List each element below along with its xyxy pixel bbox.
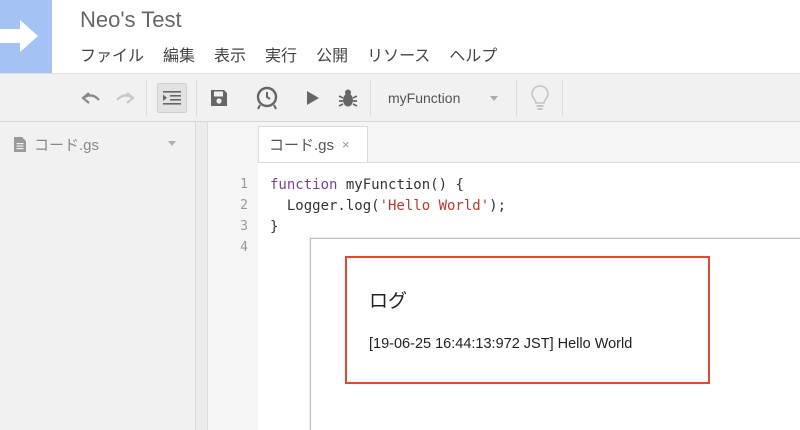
redo-button[interactable] [110, 83, 140, 113]
menu-publish[interactable]: 公開 [316, 42, 348, 66]
undo-icon [81, 92, 100, 104]
line-number: 4 [240, 240, 248, 255]
code-fragment: ); [489, 198, 507, 214]
string-literal: 'Hello World' [379, 198, 490, 214]
function-select[interactable]: myFunction [376, 83, 512, 113]
line-number: 1 [240, 177, 248, 192]
code-fragment: } [270, 219, 279, 235]
run-button[interactable] [298, 83, 328, 113]
triggers-clock-icon [256, 86, 278, 110]
log-title: ログ [369, 291, 408, 312]
indent-icon [163, 91, 181, 105]
indent-button[interactable] [157, 83, 187, 113]
code-line-3: } [270, 217, 506, 238]
sidebar-item-label: コード.gs [34, 137, 100, 154]
log-highlight-box: ログ [19-06-25 16:44:13:972 JST] Hello Wor… [345, 256, 710, 384]
keyword-function: function [270, 177, 338, 193]
sidebar-splitter[interactable] [196, 122, 208, 430]
run-icon [307, 91, 319, 105]
code-line-2: Logger.log('Hello World'); [270, 196, 506, 217]
debug-button[interactable] [333, 83, 363, 113]
tab-code-gs[interactable]: コード.gs × [258, 126, 368, 162]
menu-help[interactable]: ヘルプ [449, 42, 497, 66]
menu-edit[interactable]: 編集 [163, 42, 195, 66]
sidebar-item-code-gs[interactable]: コード.gs [14, 134, 99, 155]
apps-script-logo[interactable] [0, 0, 52, 73]
app-header: Neo's Test ファイル 編集 表示 実行 公開 リソース ヘルプ [0, 0, 800, 73]
chevron-down-icon[interactable] [168, 141, 176, 146]
code-line-1: function myFunction() { [270, 175, 506, 196]
file-sidebar: コード.gs [0, 122, 196, 430]
lightbulb-button[interactable] [525, 83, 555, 113]
save-button[interactable] [204, 83, 234, 113]
save-icon [211, 90, 227, 106]
close-icon[interactable]: × [342, 137, 350, 152]
arrow-right-icon [0, 20, 38, 52]
toolbar: myFunction [0, 73, 800, 122]
menu-view[interactable]: 表示 [214, 42, 246, 66]
menu-run[interactable]: 実行 [265, 42, 297, 66]
code-text[interactable]: function myFunction() { Logger.log('Hell… [270, 175, 506, 238]
debug-bug-icon [338, 89, 358, 107]
file-document-icon [14, 137, 26, 152]
line-number: 2 [240, 198, 248, 213]
redo-icon [116, 92, 135, 104]
undo-button[interactable] [76, 83, 106, 113]
function-select-value: myFunction [388, 90, 461, 106]
menu-bar: ファイル 編集 表示 実行 公開 リソース ヘルプ [80, 42, 516, 66]
tab-label: コード.gs [269, 137, 335, 154]
chevron-down-icon [490, 96, 498, 101]
line-number: 3 [240, 219, 248, 234]
project-title[interactable]: Neo's Test [80, 7, 182, 33]
triggers-button[interactable] [252, 83, 282, 113]
menu-resources[interactable]: リソース [367, 42, 430, 66]
lightbulb-icon [531, 85, 549, 110]
menu-file[interactable]: ファイル [80, 42, 144, 66]
code-fragment: Logger.log( [270, 198, 380, 214]
log-entry: [19-06-25 16:44:13:972 JST] Hello World [369, 336, 633, 352]
code-fragment: myFunction() { [337, 177, 464, 193]
